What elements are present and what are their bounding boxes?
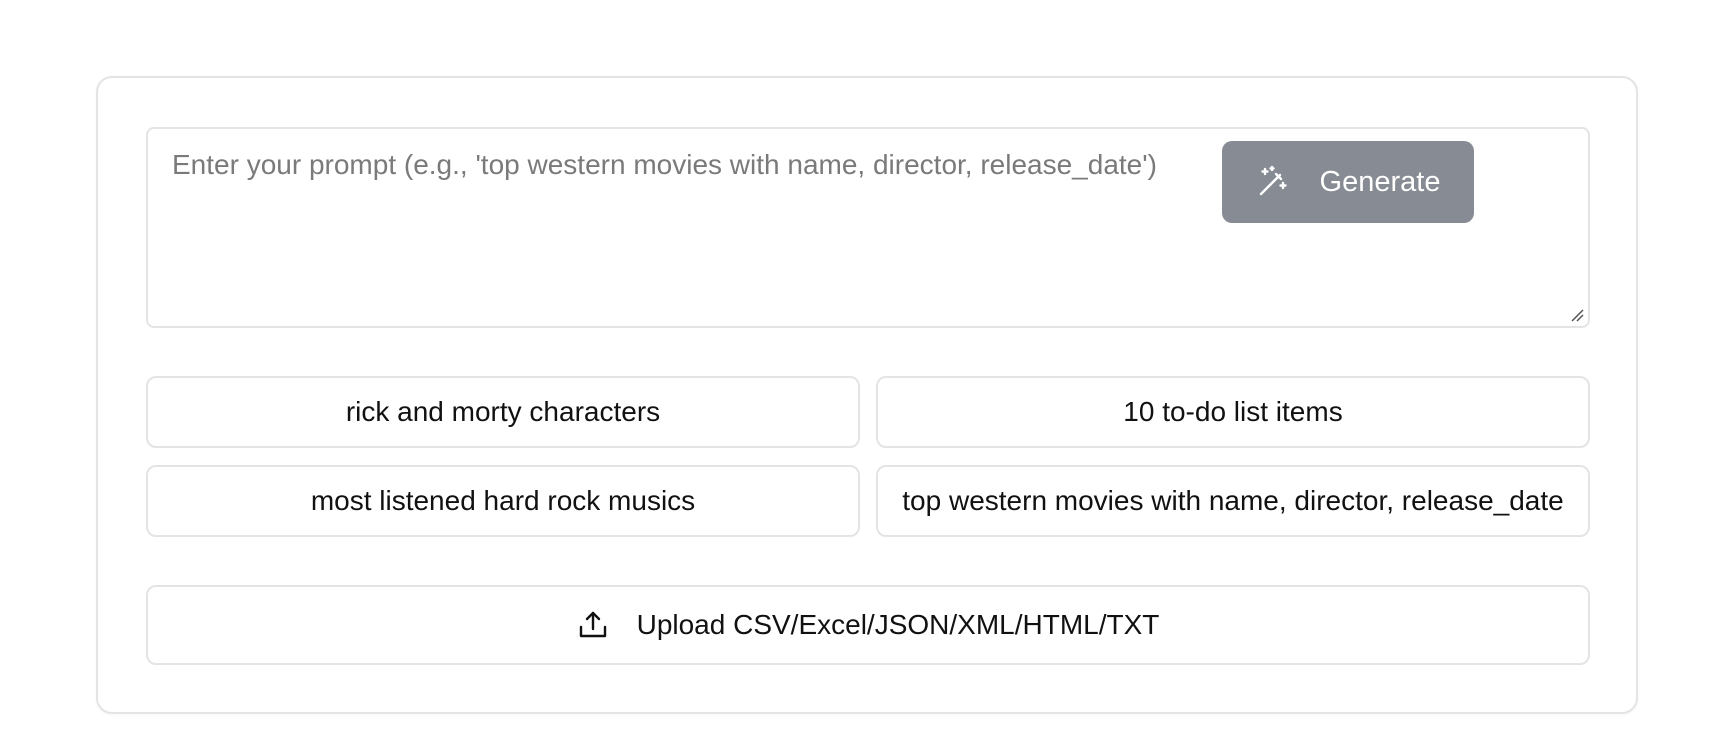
upload-button[interactable]: Upload CSV/Excel/JSON/XML/HTML/TXT (146, 585, 1590, 665)
generate-button-label: Generate (1319, 165, 1441, 198)
suggestion-label: most listened hard rock musics (310, 485, 696, 516)
suggestion-chip-todo-list[interactable]: 10 to-do list items (876, 376, 1590, 448)
upload-icon (577, 609, 609, 641)
suggestion-label: 10 to-do list items (1123, 396, 1343, 427)
suggestion-chip-rick-and-morty[interactable]: rick and morty characters (146, 376, 860, 448)
generate-button[interactable]: Generate (1222, 141, 1474, 223)
suggestion-label: rick and morty characters (345, 396, 661, 427)
magic-wand-icon (1256, 165, 1290, 199)
suggestion-label: top western movies with name, director, … (902, 485, 1564, 516)
upload-button-label: Upload CSV/Excel/JSON/XML/HTML/TXT (636, 609, 1160, 640)
suggestion-chip-hard-rock[interactable]: most listened hard rock musics (146, 465, 860, 537)
resize-handle-icon[interactable] (1570, 308, 1584, 322)
suggestion-chip-western-movies[interactable]: top western movies with name, director, … (876, 465, 1590, 537)
